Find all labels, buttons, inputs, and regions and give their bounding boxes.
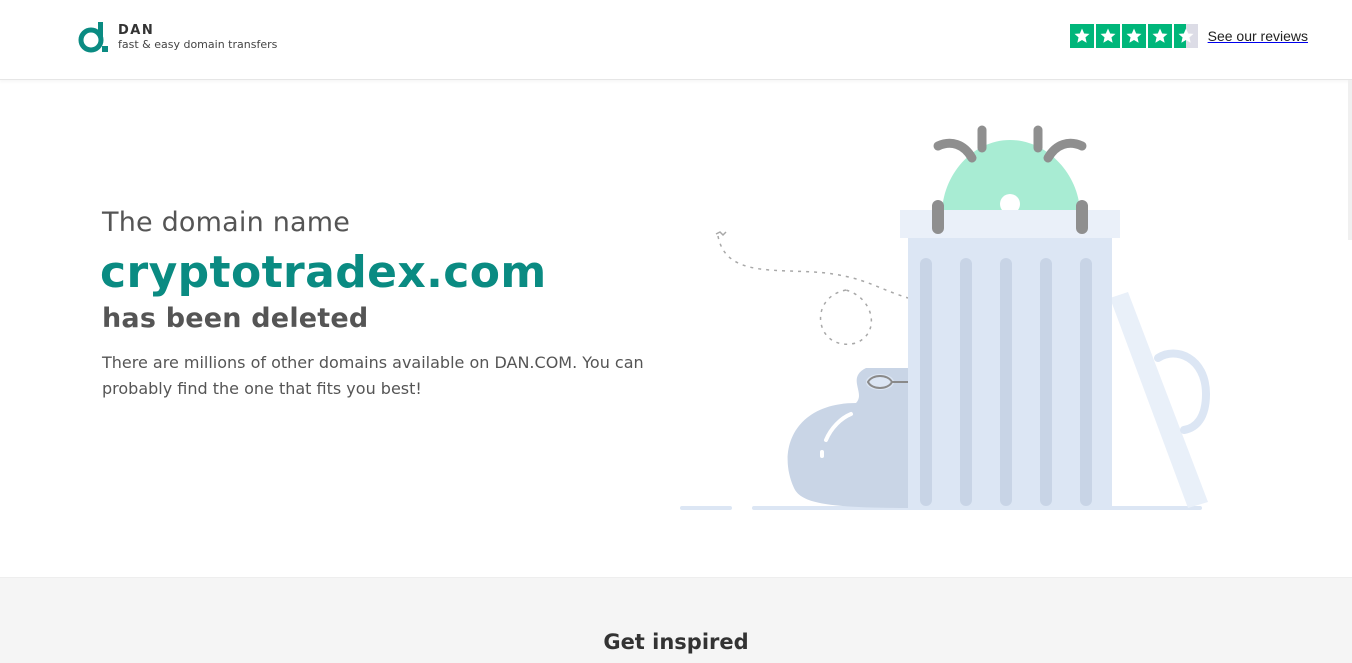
trustpilot-stars (1069, 24, 1200, 48)
hero-status: has been deleted (102, 303, 369, 334)
brand-name: DAN (118, 23, 155, 38)
top-header: DAN fast & easy domain transfers See our… (0, 0, 1352, 80)
dan-logo-link[interactable]: DAN fast & easy domain transfers (78, 20, 277, 54)
star-icon (1121, 24, 1146, 48)
section-title: Get inspired (603, 630, 749, 654)
half-star-icon (1173, 24, 1198, 48)
reviews-label: See our reviews (1207, 28, 1308, 44)
star-icon (1147, 24, 1172, 48)
reviews-link[interactable]: See our reviews (1069, 24, 1308, 48)
dan-logo-icon (78, 22, 108, 53)
star-icon (1095, 24, 1120, 48)
hero-intro: The domain name (102, 207, 351, 238)
get-inspired-section: Get inspired (0, 577, 1352, 663)
scrollbar[interactable] (1348, 80, 1352, 240)
trash-can-illustration (680, 125, 1211, 510)
brand-tagline: fast & easy domain transfers (118, 38, 278, 51)
star-icon (1069, 24, 1094, 48)
domain-name: cryptotradex.com (100, 247, 547, 298)
hero-description: There are millions of other domains avai… (102, 353, 644, 398)
